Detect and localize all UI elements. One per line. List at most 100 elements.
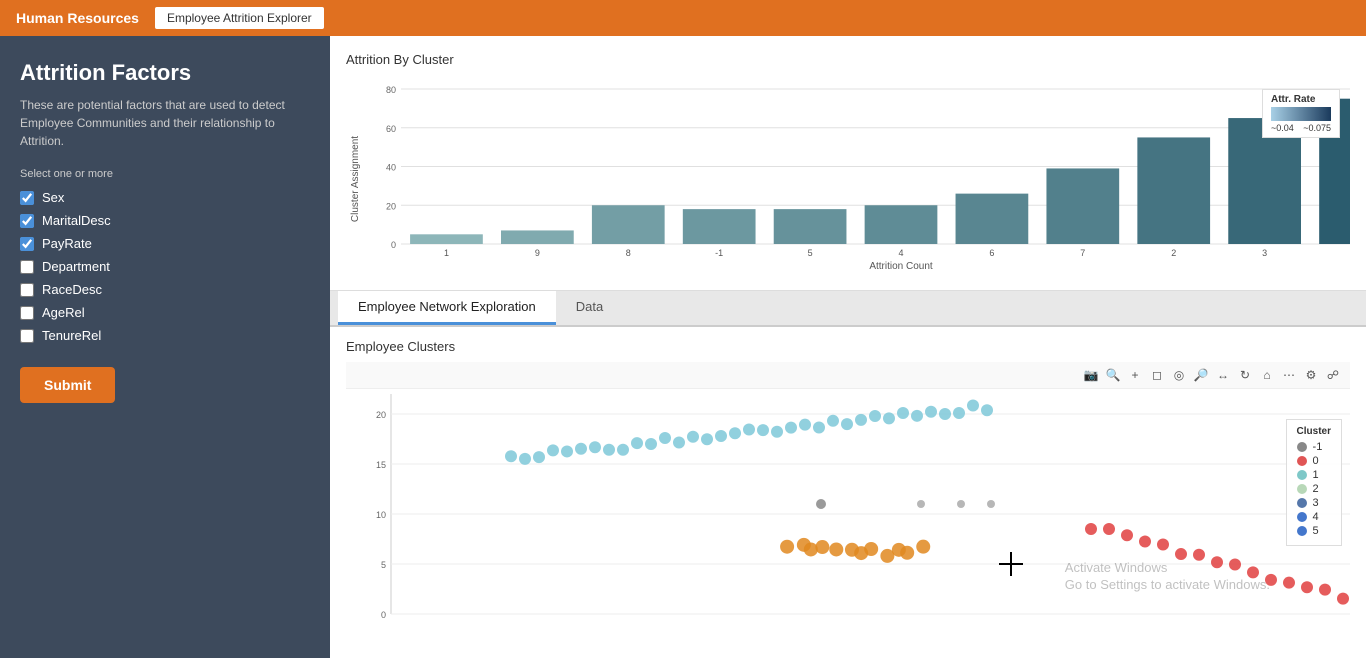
checkbox-item-tenureRel[interactable]: TenureRel [20,328,310,343]
scatter-point[interactable] [771,426,783,438]
bar-5[interactable] [774,209,847,244]
scatter-point[interactable] [1337,593,1349,605]
more-icon[interactable]: ⋯ [1280,366,1298,384]
scatter-point[interactable] [603,444,615,456]
tab-network[interactable]: Employee Network Exploration [338,291,556,325]
scatter-point[interactable] [1247,566,1259,578]
scatter-point[interactable] [1301,581,1313,593]
scatter-point[interactable] [715,430,727,442]
scatter-point[interactable] [869,410,881,422]
checkbox-maritalDesc[interactable] [20,214,34,228]
camera-icon[interactable]: 📷 [1082,366,1100,384]
scatter-point[interactable] [911,410,923,422]
scatter-point[interactable] [897,407,909,419]
bar-8[interactable] [592,205,665,244]
checkbox-ageRel[interactable] [20,306,34,320]
scatter-point[interactable] [855,414,867,426]
tab-data[interactable]: Data [556,291,623,325]
scatter-point[interactable] [1265,574,1277,586]
submit-button[interactable]: Submit [20,367,115,403]
scatter-point[interactable] [785,422,797,434]
scatter-point[interactable] [743,423,755,435]
scatter-point[interactable] [1175,548,1187,560]
scatter-point[interactable] [673,437,685,449]
scatter-point[interactable] [953,407,965,419]
scatter-point[interactable] [1193,549,1205,561]
home-icon[interactable]: ⌂ [1258,366,1276,384]
bar-1[interactable] [410,234,483,244]
checkbox-item-sex[interactable]: Sex [20,190,310,205]
scatter-point[interactable] [1103,523,1115,535]
scatter-point[interactable] [589,441,601,453]
select-icon[interactable]: ◻ [1148,366,1166,384]
scatter-point[interactable] [1139,536,1151,548]
scatter-point[interactable] [799,419,811,431]
settings-icon[interactable]: ⚙ [1302,366,1320,384]
scatter-point[interactable] [916,540,930,554]
scatter-point[interactable] [757,424,769,436]
scatter-point[interactable] [841,418,853,430]
bar--1[interactable] [683,209,756,244]
bar-9[interactable] [501,230,574,244]
scatter-point[interactable] [575,443,587,455]
zoom-out-icon[interactable]: 🔎 [1192,366,1210,384]
scatter-point[interactable] [900,546,914,560]
chart-icon[interactable]: ☍ [1324,366,1342,384]
scatter-point[interactable] [981,404,993,416]
checkbox-payRate[interactable] [20,237,34,251]
zoom-in-icon[interactable]: 🔍 [1104,366,1122,384]
scatter-point[interactable] [1283,577,1295,589]
scatter-point[interactable] [1319,584,1331,596]
bar-6[interactable] [956,194,1029,244]
scatter-point[interactable] [1229,559,1241,571]
scatter-point[interactable] [631,437,643,449]
scatter-point[interactable] [883,412,895,424]
scatter-point[interactable] [939,408,951,420]
scatter-point[interactable] [1121,529,1133,541]
scatter-point[interactable] [1211,556,1223,568]
scatter-point[interactable] [533,451,545,463]
checkbox-item-raceDesc[interactable]: RaceDesc [20,282,310,297]
scatter-point[interactable] [729,427,741,439]
lasso-icon[interactable]: ◎ [1170,366,1188,384]
checkbox-item-payRate[interactable]: PayRate [20,236,310,251]
scatter-point[interactable] [617,444,629,456]
bar-2[interactable] [1137,137,1210,244]
scatter-point[interactable] [827,415,839,427]
scatter-point[interactable] [957,500,965,508]
scatter-point[interactable] [917,500,925,508]
scatter-point[interactable] [967,399,979,411]
checkbox-item-department[interactable]: Department [20,259,310,274]
checkbox-tenureRel[interactable] [20,329,34,343]
scatter-point[interactable] [519,453,531,465]
pan-icon[interactable]: ↔ [1214,366,1232,384]
scatter-point[interactable] [804,542,818,556]
checkbox-sex[interactable] [20,191,34,205]
crosshair-icon[interactable]: + [1126,366,1144,384]
bar-7[interactable] [1046,168,1119,244]
checkbox-item-maritalDesc[interactable]: MaritalDesc [20,213,310,228]
scatter-point[interactable] [1085,523,1097,535]
scatter-point[interactable] [815,540,829,554]
scatter-point[interactable] [829,542,843,556]
scatter-point[interactable] [813,422,825,434]
scatter-point[interactable] [925,406,937,418]
scatter-point[interactable] [547,444,559,456]
nav-tab[interactable]: Employee Attrition Explorer [155,7,324,29]
bar-4[interactable] [865,205,938,244]
scatter-point[interactable] [645,438,657,450]
scatter-point[interactable] [687,431,699,443]
checkbox-raceDesc[interactable] [20,283,34,297]
scatter-point[interactable] [780,540,794,554]
scatter-point[interactable] [816,499,826,509]
scatter-point[interactable] [659,432,671,444]
scatter-point[interactable] [1157,538,1169,550]
checkbox-department[interactable] [20,260,34,274]
scatter-point[interactable] [701,433,713,445]
scatter-point[interactable] [561,445,573,457]
scatter-point[interactable] [505,450,517,462]
scatter-point[interactable] [864,542,878,556]
reset-icon[interactable]: ↻ [1236,366,1254,384]
checkbox-item-ageRel[interactable]: AgeRel [20,305,310,320]
scatter-point[interactable] [987,500,995,508]
